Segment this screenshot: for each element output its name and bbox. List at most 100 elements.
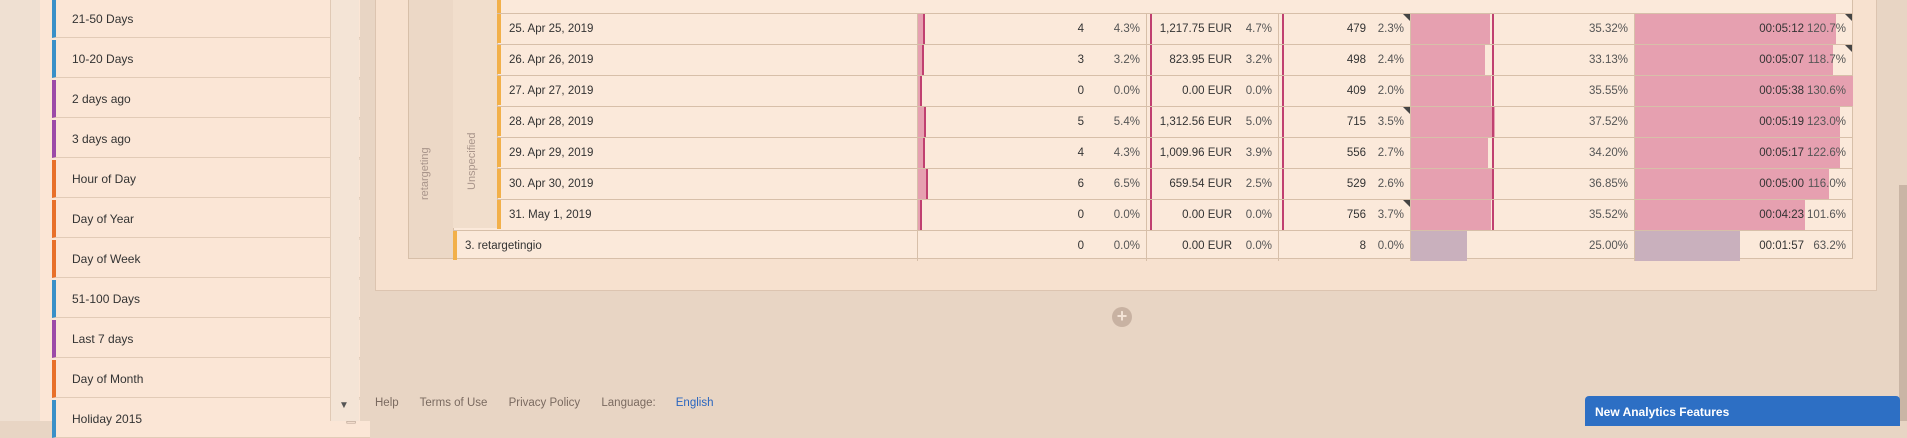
sidebar-item[interactable]: Hour of Day◫ [52,160,370,198]
sidebar-item-label: 3 days ago [72,132,131,146]
bounce-bar [1411,169,1494,199]
row-label: 31. May 1, 2019 [509,209,592,221]
visits-value: 8 [1359,240,1366,252]
visits-percent: 3.7% [1377,209,1404,221]
table-row[interactable]: 29. Apr 29, 2019 4 4.3% 1,009.96 EUR 3.9% 556… [497,137,1852,168]
new-features-toast[interactable]: New Analytics Features [1585,396,1900,426]
revenue-cell: 0.00 EUR 0.0% [1146,200,1278,230]
sidebar-item[interactable]: Holiday 2015▤ [52,400,370,438]
revenue-tick [1150,76,1152,106]
time-bar [1635,231,1741,261]
revenue-tick [1150,14,1152,44]
freeform-table: retargeting Unspecified 25. Apr 25, 2019… [408,0,1853,261]
scroll-down-arrow-icon[interactable]: ▼ [339,400,349,411]
orders-percent: 4.3% [1113,147,1140,159]
main-scrollbar[interactable] [1899,185,1907,421]
row-label: 27. Apr 27, 2019 [509,85,594,97]
sidebar-item[interactable]: Last 7 days◷ [52,320,370,358]
bounce-value: 35.55% [1588,85,1628,97]
sidebar-item[interactable]: Day of Year◫ [52,200,370,238]
time-value: 00:05:38 [1759,85,1804,97]
sidebar-item-label: 51-100 Days [72,292,141,306]
bounce-cell: 33.13% [1410,45,1634,75]
visits-cell: 756 3.7% [1278,200,1410,230]
main-workspace: retargeting Unspecified 25. Apr 25, 2019… [360,0,1907,421]
visits-cell: 409 2.0% [1278,76,1410,106]
sidebar-item[interactable]: 51-100 Days▤ [52,280,370,318]
sidebar-item[interactable]: 21-50 Days▤ [52,0,370,38]
orders-cell: 4 4.3% [917,14,1146,44]
sidebar-item[interactable]: Day of Month◫ [52,360,370,398]
time-cell: 00:05:12 120.7% [1634,14,1852,44]
table-summary-row[interactable]: 3. retargetingio 0 0.0% 0.00 EUR 0.0% 8 0.0% 25… [453,230,1852,261]
orders-cell: 4 4.3% [917,138,1146,168]
time-value: 00:05:12 [1759,23,1804,35]
visits-percent: 2.0% [1377,85,1404,97]
revenue-percent: 0.0% [1245,240,1272,252]
revenue-cell: 823.95 EUR 3.2% [1146,45,1278,75]
table-row[interactable]: 26. Apr 26, 2019 3 3.2% 823.95 EUR 3.2% 498 2.… [497,44,1852,75]
bounce-value: 34.20% [1588,147,1628,159]
bounce-cell: 35.32% [1410,14,1634,44]
sidebar-scrollbar[interactable]: ▼ [330,0,359,421]
visits-value: 479 [1346,23,1366,35]
components-sidebar: 21-50 Days▤10-20 Days▤2 days ago◷3 days … [40,0,370,438]
orders-bar [918,169,926,199]
visits-value: 498 [1346,54,1366,66]
time-percent: 130.6% [1806,85,1846,97]
orders-value: 3 [1077,54,1084,66]
footer: Help Terms of Use Privacy Policy Languag… [375,397,749,409]
sidebar-item[interactable]: Day of Week◫ [52,240,370,278]
bounce-tick [1491,169,1494,199]
visits-cell: 498 2.4% [1278,45,1410,75]
table-row[interactable]: 30. Apr 30, 2019 6 6.5% 659.54 EUR 2.5% 529 2.… [497,168,1852,199]
revenue-tick [1150,107,1152,137]
bounce-bar [1411,200,1491,230]
table-row[interactable]: 27. Apr 27, 2019 0 0.0% 0.00 EUR 0.0% 409 2.0%… [497,75,1853,106]
segment-label-retargeting: retargeting [419,147,431,200]
visits-percent: 3.5% [1377,116,1404,128]
visits-cell: 715 3.5% [1278,107,1410,137]
revenue-cell: 1,312.56 EUR 5.0% [1146,107,1278,137]
orders-cell: 0 0.0% [917,76,1146,106]
table-row[interactable]: 28. Apr 28, 2019 5 5.4% 1,312.56 EUR 5.0% 715… [497,106,1852,137]
visits-cell: 8 0.0% [1278,231,1410,261]
visits-tick [1282,107,1284,137]
visits-tick [1282,76,1284,106]
table-row[interactable]: 31. May 1, 2019 0 0.0% 0.00 EUR 0.0% 756 3.7% 3… [497,199,1852,230]
row-label: 25. Apr 25, 2019 [509,23,594,35]
add-panel-icon[interactable]: + [1112,307,1132,327]
sidebar-item-label: Hour of Day [72,172,137,186]
sidebar-item[interactable]: 3 days ago◷ [52,120,370,158]
orders-cell: 5 5.4% [917,107,1146,137]
bounce-value: 35.32% [1588,23,1628,35]
row-label: 26. Apr 26, 2019 [509,54,594,66]
visits-percent: 2.3% [1377,23,1404,35]
sidebar-item[interactable]: 2 days ago◷ [52,80,370,118]
footer-privacy-link[interactable]: Privacy Policy [509,397,581,409]
revenue-value: 1,312.56 EUR [1159,116,1232,128]
bounce-bar [1411,107,1496,137]
time-percent: 120.7% [1806,23,1846,35]
revenue-value: 1,217.75 EUR [1159,23,1232,35]
sidebar-item-label: Day of Year [72,212,135,226]
time-value: 00:05:00 [1759,178,1804,190]
revenue-value: 0.00 EUR [1182,209,1232,221]
orders-value: 5 [1077,116,1084,128]
table-row-partial [497,0,1852,14]
sidebar-item-label: Day of Week [72,252,141,266]
orders-value: 0 [1077,240,1084,252]
sidebar-item[interactable]: 10-20 Days▤ [52,40,370,78]
footer-language-value[interactable]: English [676,397,714,409]
footer-terms-link[interactable]: Terms of Use [420,397,488,409]
revenue-cell: 1,009.96 EUR 3.9% [1146,138,1278,168]
row-label: 30. Apr 30, 2019 [509,178,594,190]
orders-value: 0 [1077,85,1084,97]
table-row[interactable]: 25. Apr 25, 2019 4 4.3% 1,217.75 EUR 4.7% 479… [497,13,1852,44]
orders-cell: 0 0.0% [917,200,1146,230]
time-percent: 123.0% [1806,116,1846,128]
row-marker [497,0,501,14]
revenue-value: 0.00 EUR [1182,240,1232,252]
footer-help-link[interactable]: Help [375,397,399,409]
bounce-cell: 25.00% [1410,231,1634,261]
